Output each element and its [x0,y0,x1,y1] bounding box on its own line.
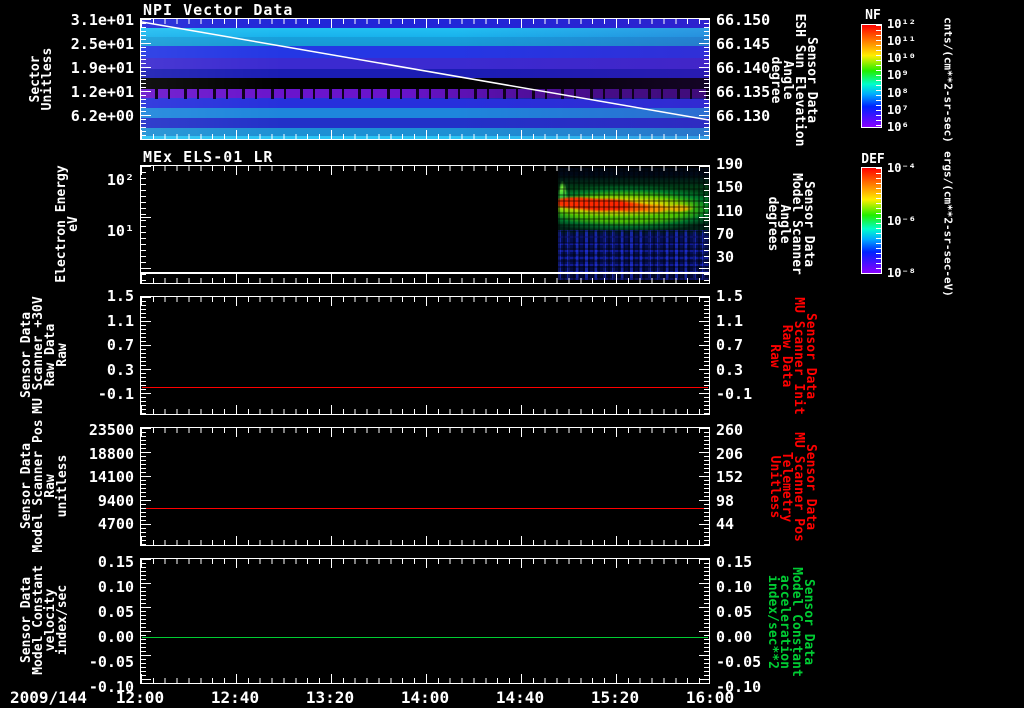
colorbar-tick-label: 10⁸ [887,85,909,100]
axis-title-line: index/sec**2 [765,575,780,669]
panel2-title: MEx ELS-01 LR [143,148,274,166]
colorbar-def-units: ergs/(cm**2-sr-sec-eV) [941,151,955,297]
y-ticks-left [141,166,151,283]
panel3-left-axis-title: Sensor Data MU Scanner +30V Raw Data Raw [19,296,70,413]
axis-title-line: degrees [765,196,780,252]
time-tick-label: 12:40 [210,688,260,707]
colorbar-tick-label: 10⁷ [887,102,909,117]
colorbar-nf [861,24,882,128]
y-ticks-left [141,428,151,545]
tick-label: 1.1 [106,311,134,330]
panel5-left-axis-title: Sensor Data Model Constant velocity index/s… [19,565,70,675]
plot-canvas: NPI Vector Data 3.1e+01 2.5e+01 1.9e+01 1.2… [0,0,1024,708]
x-ticks-top [141,19,709,28]
panel-els-spectrogram [140,165,710,284]
colorbar-def-ticks [876,168,881,273]
axis-title-line: eV [66,216,81,232]
panel5-right-axis-title: Sensor Data Model Constant acceleration ind… [765,567,816,677]
colorbar-tick-label: 10¹² [887,17,916,31]
x-ticks-top [141,297,709,306]
tick-label: 0.15 [97,553,134,571]
x-ticks-top [141,166,709,175]
time-tick-label: 12:00 [115,688,165,707]
colorbar-tick-label: 10⁻⁶ [887,213,916,228]
tick-label: 3.1e+01 [70,11,134,29]
model-scanner-pos-line [142,508,708,509]
axis-title-line: Raw [767,344,782,368]
colorbar-nf-units: cnts/(cm**2-sr-sec) [941,17,955,143]
x-ticks-bottom [141,405,709,414]
panel2-right-axis-title: Sensor Data Model Scanner Angle degrees [765,173,816,275]
colorbar-nf-ticks [876,25,881,127]
colorbar-def [861,167,882,274]
y-ticks-right [699,297,709,414]
x-ticks-bottom [141,674,709,683]
colorbar-nf-label: NF [865,8,881,23]
panel4-right-axis-title: Sensor Data MU Scanner Pos Telemetry Unitle… [767,432,818,542]
tick-label: -0.1 [97,385,134,403]
colorbar-def-label: DEF [861,152,885,167]
colorbar-tick-label: 10¹¹ [887,34,916,49]
colorbar-def-tick-labels: 10⁻⁴ 10⁻⁶ 10⁻⁸ [887,161,933,280]
x-ticks-bottom [141,130,709,139]
panel4-left-axis-title: Sensor Data Model Scanner Pos Raw unitless [19,419,70,552]
axis-title-line: Unitless [40,47,55,111]
panel1-title: NPI Vector Data [143,1,294,19]
axis-title-line: Raw [55,343,70,367]
x-ticks-top [141,559,709,568]
panel1-left-axis-title: Sector Unitless [28,47,55,111]
model-constant-velocity-line [142,637,708,638]
x-ticks-bottom [141,274,709,283]
axis-title-line: index/sec [55,584,70,656]
colorbar-tick-label: 10⁻⁴ [887,161,916,175]
time-tick-label: 16:00 [685,688,735,707]
panel-model-scanner-pos [140,427,710,546]
y-ticks-left [141,559,151,683]
colorbar-nf-tick-labels: 10¹² 10¹¹ 10¹⁰ 10⁹ 10⁸ 10⁷ 10⁶ [887,17,933,134]
panel-mu-scanner-30v [140,296,710,415]
colorbar-tick-label: 10¹⁰ [887,51,916,66]
panel1-left-tick-labels: 3.1e+01 2.5e+01 1.9e+01 1.2e+01 6.2e+00 [58,11,134,125]
y-ticks-left [141,19,151,139]
tick-label: 2.5e+01 [70,35,134,53]
colorbar-tick-label: 10⁻⁸ [887,266,916,280]
time-tick-label: 14:00 [400,688,450,707]
time-axis-labels: 12:00 12:40 13:20 14:00 14:40 15:20 16:00 [115,688,735,707]
x-ticks-bottom [141,536,709,545]
tick-label: -0.05 [88,653,134,671]
y-ticks-right [699,559,709,683]
y-ticks-right [699,19,709,139]
panel-npi-vector [140,18,710,140]
x-ticks-top [141,428,709,437]
els-data-blob [558,168,709,280]
axis-title-line: Unitless [767,455,782,519]
sun-elevation-line [141,21,709,121]
tick-label: 190 [716,155,744,173]
panel-model-constant-velocity [140,558,710,684]
date-label: 2009/144 [10,688,88,707]
mu-scanner-30v-line [142,387,708,388]
tick-label: 6.2e+00 [70,107,134,125]
tick-label: 1.5 [106,287,134,305]
y-ticks-left [141,297,151,414]
panel3-right-axis-title: Sensor Data MU Scanner Init Raw Data Raw [767,297,818,414]
tick-label: 23500 [88,421,134,439]
time-tick-label: 14:40 [495,688,545,707]
time-tick-label: 15:20 [590,688,640,707]
panel2-left-axis-title: Electron Energy eV [54,165,81,282]
axis-title-line: degree [768,56,783,104]
y-ticks-right [699,428,709,545]
tick-label: 1.2e+01 [70,83,134,101]
time-tick-label: 13:20 [305,688,355,707]
y-ticks-right [699,166,709,283]
colorbar-tick-label: 10⁶ [887,119,909,134]
tick-label: 1.9e+01 [70,59,134,77]
axis-title-line: unitless [55,454,70,518]
panel1-right-axis-title: Sensor Data ESH Sun Elevation Angle degree [768,13,819,146]
tick-label: 4700 [97,515,134,533]
colorbar-tick-label: 10⁹ [887,68,909,83]
